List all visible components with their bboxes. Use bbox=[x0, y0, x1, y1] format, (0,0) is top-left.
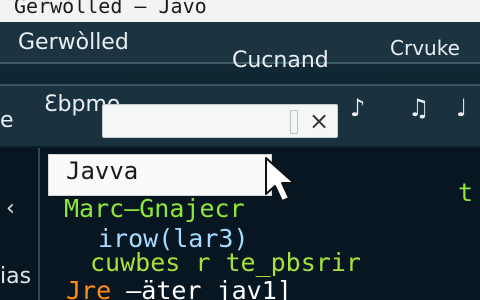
music-note-icon[interactable]: ♪ bbox=[350, 94, 365, 122]
gutter-divider bbox=[38, 148, 40, 300]
app-window: Gerwòlled – Javo Gerwòlled Crvuke Cucn… bbox=[0, 0, 480, 300]
quarter-note-icon[interactable]: ♩ bbox=[456, 94, 467, 122]
window-title: Gerwòlled – Javo bbox=[14, 0, 207, 18]
gutter-label: ias bbox=[0, 264, 32, 289]
sidebar-label: e bbox=[0, 108, 14, 133]
code-line-4: Jre –äter jav1] bbox=[66, 276, 292, 300]
close-icon[interactable]: × bbox=[304, 108, 334, 134]
menu-item-view[interactable]: Crvuke bbox=[390, 36, 460, 60]
code-line-3: cuwbes r te_pbsrir bbox=[90, 248, 361, 277]
search-text-caret bbox=[290, 110, 298, 134]
mouse-pointer-icon bbox=[265, 157, 295, 202]
code-line-3-suffix: ir bbox=[330, 248, 361, 277]
music-notes-icon[interactable]: ♫ bbox=[408, 94, 430, 122]
code-line-4-text: jav1] bbox=[216, 276, 292, 300]
code-line-3-text: cuwbes r te_pbsr bbox=[90, 248, 331, 277]
code-line-1: Marc–Gnajecr bbox=[64, 194, 245, 223]
menu-item-file[interactable]: Gerwòlled bbox=[18, 30, 129, 55]
code-line-4-mid: –äter bbox=[126, 276, 202, 300]
code-keyword: Jre bbox=[66, 276, 112, 300]
command-label[interactable]: Cucnand bbox=[232, 48, 329, 73]
text-input-value: Javva bbox=[66, 157, 139, 185]
search-field[interactable] bbox=[102, 104, 338, 138]
code-line-1-suffix: t bbox=[458, 178, 474, 207]
title-bar: Gerwòlled – Javo bbox=[0, 0, 480, 22]
chevron-left-icon[interactable]: ‹ bbox=[6, 196, 15, 221]
